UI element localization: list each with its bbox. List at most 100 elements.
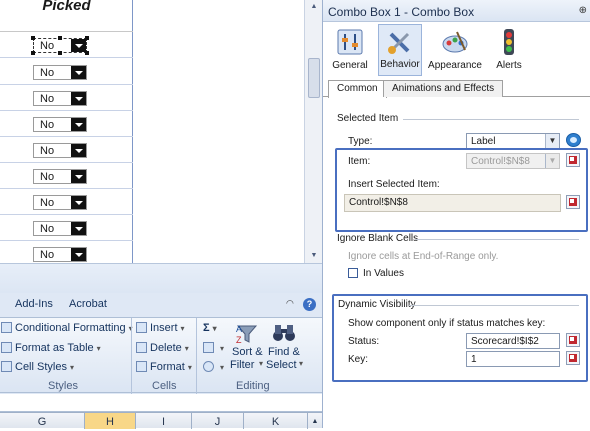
format-cells-icon (136, 361, 147, 372)
dropdown-arrow-icon[interactable] (71, 222, 86, 235)
in-values-label: In Values (363, 268, 404, 279)
delete-button[interactable]: Delete ▾ (136, 342, 189, 354)
dropdown-arrow-icon[interactable] (71, 144, 86, 157)
scroll-down-icon[interactable]: ▼ (305, 249, 322, 263)
combo-box[interactable]: No (33, 169, 87, 184)
comment-icon[interactable] (566, 133, 581, 147)
table-row: No (0, 137, 133, 163)
scroll-up-icon[interactable]: ▲ (305, 0, 322, 14)
combo-box[interactable]: No (33, 91, 87, 106)
highlight-box (335, 148, 588, 232)
formula-bar[interactable] (0, 394, 322, 412)
panel-title-bar: Combo Box 1 - Combo Box ⊕ (323, 0, 590, 22)
combo-box-selected[interactable]: No (31, 36, 89, 55)
column-header-j[interactable]: J (192, 413, 244, 429)
combo-value: No (40, 197, 55, 209)
format-button[interactable]: Format ▾ (136, 361, 192, 373)
dropdown-arrow-icon[interactable] (71, 196, 86, 209)
find-select-button[interactable]: Find & Select ▾ (266, 320, 303, 372)
button-label: Find & (268, 346, 300, 358)
dropdown-arrow-icon[interactable] (71, 170, 86, 183)
category-alerts[interactable]: Alerts (487, 24, 531, 76)
highlight-box (332, 294, 588, 382)
tab-common[interactable]: Common (328, 80, 387, 98)
vertical-scrollbar[interactable]: ▲ ▼ (304, 0, 322, 263)
spreadsheet-area[interactable]: Picked No No No No No No No No No ▲ ▼ (0, 0, 322, 263)
picked-column: Picked No No No No No No No No No (0, 0, 133, 263)
fill-down-icon (203, 342, 214, 353)
in-values-checkbox[interactable] (348, 268, 358, 278)
dropdown-arrow-icon[interactable] (71, 39, 86, 52)
sheet-blank-area[interactable] (134, 0, 304, 263)
help-icon[interactable]: ? (303, 298, 316, 311)
combo-box[interactable]: No (33, 65, 87, 80)
column-header-h[interactable]: H (85, 413, 136, 429)
category-general[interactable]: General (327, 24, 373, 76)
sigma-icon: Σ (203, 322, 210, 334)
section-title-selected-item: Selected Item (337, 113, 399, 124)
section-divider (415, 239, 579, 240)
subtab-strip: Common Animations and Effects (323, 80, 590, 98)
column-header-picked: Picked (0, 0, 133, 32)
sort-filter-button[interactable]: A Z Sort & Filter ▾ (230, 320, 264, 372)
sort-filter-icon: A Z (236, 324, 258, 345)
svg-text:A: A (236, 324, 242, 334)
button-label: Sort & (232, 346, 263, 358)
collapse-ribbon-icon[interactable]: ◠ (286, 298, 294, 309)
combo-value: No (40, 145, 55, 157)
pin-icon[interactable]: ⊕ (579, 5, 587, 16)
tab-animations-effects[interactable]: Animations and Effects (383, 80, 504, 97)
insert-button[interactable]: Insert ▾ (136, 322, 185, 334)
combo-box[interactable]: No (33, 117, 87, 132)
eraser-icon (203, 361, 214, 372)
button-label: Cell Styles (15, 361, 67, 373)
combo-box[interactable]: No (33, 221, 87, 236)
scroll-thumb[interactable] (308, 58, 320, 98)
category-label: Behavior (380, 59, 420, 70)
binoculars-icon (273, 325, 295, 341)
column-header-i[interactable]: I (136, 413, 192, 429)
table-row: No (0, 241, 133, 263)
group-label-cells: Cells (152, 380, 177, 392)
section-divider (403, 119, 579, 120)
ribbon-groups: Conditional Formatting▾ Format as Table▾… (0, 317, 322, 394)
clear-button[interactable]: ▾ (203, 361, 224, 373)
excel-ribbon: Add-Ins Acrobat ◠ ? Conditional Formatti… (0, 263, 322, 429)
combo-box[interactable]: No (33, 143, 87, 158)
combo-box[interactable]: No (33, 195, 87, 210)
cell-styles-button[interactable]: Cell Styles ▾ (1, 361, 74, 373)
button-label: Insert (150, 322, 178, 334)
column-header-k[interactable]: K (244, 413, 308, 429)
autosum-button[interactable]: Σ ▾ (203, 322, 217, 334)
category-appearance[interactable]: Appearance (427, 24, 483, 76)
combo-box[interactable]: No (33, 247, 87, 262)
conditional-formatting-button[interactable]: Conditional Formatting▾ (1, 322, 133, 334)
combo-value: No (40, 40, 55, 52)
section-title-ignore-blank: Ignore Blank Cells (337, 233, 419, 244)
table-row: No (0, 111, 133, 137)
combo-value: No (40, 223, 55, 235)
category-label: General (332, 60, 368, 71)
chevron-down-icon[interactable]: ▼ (545, 134, 559, 148)
delete-cells-icon (136, 342, 147, 353)
table-row: No (0, 163, 133, 189)
table-row: No (0, 59, 133, 85)
format-as-table-icon (1, 342, 12, 353)
dropdown-arrow-icon[interactable] (71, 66, 86, 79)
category-behavior[interactable]: Behavior (378, 24, 422, 76)
format-as-table-button[interactable]: Format as Table ▾ (1, 342, 101, 354)
dropdown-arrow-icon[interactable] (71, 118, 86, 131)
tab-add-ins[interactable]: Add-Ins (15, 298, 53, 310)
scroll-up-icon[interactable]: ▲ (308, 413, 322, 429)
conditional-formatting-icon (1, 322, 12, 333)
button-label: Filter (230, 359, 255, 371)
dropdown-arrow-icon[interactable] (71, 92, 86, 105)
fill-button[interactable]: ▾ (203, 342, 224, 354)
dropdown-arrow-icon[interactable] (71, 248, 86, 261)
tab-acrobat[interactable]: Acrobat (69, 298, 107, 310)
column-header-g[interactable]: G (0, 413, 85, 429)
combo-value: No (40, 93, 55, 105)
svg-text:Z: Z (236, 335, 242, 345)
type-select[interactable]: Label ▼ (466, 133, 560, 149)
group-divider (131, 318, 132, 394)
